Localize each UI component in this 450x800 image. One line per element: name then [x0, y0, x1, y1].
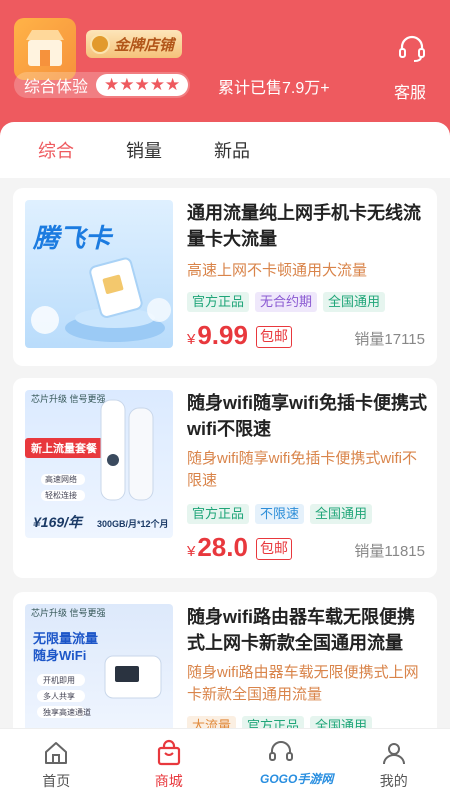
- price-row: ¥ 28.0 包邮: [187, 532, 292, 563]
- product-subtitle: 高速上网不卡顿通用大流量: [187, 262, 368, 279]
- sales-count: 销量11815: [354, 543, 425, 560]
- product-subtitle: 随身wifi路由器车载无限便携式上网卡新款全国通用流量: [187, 664, 419, 703]
- tag: 全国通用: [310, 716, 373, 728]
- sort-tabs: 综合 销量 新品: [0, 122, 450, 178]
- star-rating: ★★★★★: [96, 74, 189, 96]
- product-tags: 官方正品 无合约期 全国通用: [187, 292, 386, 312]
- headset-icon: [399, 35, 425, 62]
- product-tags: 官方正品 不限速 全国通用: [187, 504, 373, 524]
- tag: 全国通用: [310, 504, 373, 524]
- thumb-title: 腾飞卡: [33, 223, 112, 253]
- thumb-feature: 轻松连接: [45, 491, 77, 500]
- watermark: GOGO手游网: [260, 772, 334, 786]
- product-card[interactable]: 腾飞卡 通用流量纯上网手机卡无线流量卡大流量 高速上网不卡顿通用大流量 官方正品…: [13, 188, 437, 366]
- tag: 无合约期: [255, 292, 318, 312]
- product-price: 9.99: [197, 320, 248, 350]
- customer-service-label: 客服: [393, 85, 426, 102]
- medal-icon: [90, 34, 110, 54]
- nav-mall-label: 商城: [154, 773, 183, 789]
- tab-sales[interactable]: 销量: [126, 137, 162, 163]
- tag: 大流量: [187, 716, 237, 728]
- tag: 不限速: [255, 504, 305, 524]
- nav-service[interactable]: [225, 729, 338, 800]
- thumb-price: ¥169/年: [33, 514, 83, 530]
- product-card[interactable]: 芯片升级 信号更强 新上流量套餐 高速网络 轻松连接 ¥169/年 300GB/…: [13, 378, 437, 578]
- customer-service-button[interactable]: 客服: [392, 34, 432, 103]
- free-shipping-badge: 包邮: [255, 538, 292, 560]
- thumb-feature: 开机即用: [43, 676, 75, 685]
- product-title: 通用流量纯上网手机卡无线流量卡大流量: [187, 203, 421, 249]
- gold-shop-badge: 金牌店铺: [86, 30, 183, 58]
- tag: 官方正品: [187, 292, 250, 312]
- free-shipping-badge: 包邮: [255, 326, 292, 348]
- bottom-nav: 首页 商城 我的: [0, 728, 450, 800]
- nav-home-label: 首页: [42, 773, 71, 789]
- thumb-plan: 300GB/月*12个月: [97, 519, 169, 529]
- total-sold: 累计已售7.9万+: [218, 80, 330, 97]
- thumb-feature: 多人共享: [43, 692, 75, 701]
- rating-label: 综合体验: [24, 79, 89, 96]
- product-tags: 大流量 官方正品 全国通用: [187, 716, 373, 728]
- sales-count: 销量17115: [354, 331, 425, 348]
- shop-logo[interactable]: [14, 18, 76, 80]
- thumb-feature: 独享高速通道: [43, 708, 91, 717]
- product-card[interactable]: 芯片升级 信号更强 无限量流量 随身WiFi 开机即用 多人共享 独享高速通道 …: [13, 592, 437, 728]
- product-list: 腾飞卡 通用流量纯上网手机卡无线流量卡大流量 高速上网不卡顿通用大流量 官方正品…: [0, 178, 450, 728]
- tag: 官方正品: [242, 716, 305, 728]
- product-image: 腾飞卡: [25, 200, 173, 348]
- tab-comprehensive[interactable]: 综合: [38, 137, 74, 163]
- user-icon: [382, 743, 405, 765]
- tab-new[interactable]: 新品: [214, 137, 250, 163]
- product-subtitle: 随身wifi随享wifi免插卡便携式wifi不限速: [187, 450, 417, 489]
- home-icon: [45, 742, 68, 764]
- product-price: 28.0: [197, 532, 248, 562]
- price-row: ¥ 9.99 包邮: [187, 320, 292, 351]
- gold-shop-label: 金牌店铺: [114, 36, 175, 54]
- shopping-bag-icon: [157, 739, 180, 766]
- nav-home[interactable]: 首页: [0, 729, 113, 800]
- product-title: 随身wifi路由器车载无限便携式上网卡新款全国通用流量: [187, 607, 415, 653]
- product-title: 随身wifi随享wifi免插卡便携式wifi不限速: [187, 393, 427, 439]
- product-image: 芯片升级 信号更强 无限量流量 随身WiFi 开机即用 多人共享 独享高速通道: [25, 604, 173, 728]
- headset-icon: [269, 741, 294, 761]
- thumb-feature: 高速网络: [45, 475, 77, 484]
- tag: 官方正品: [187, 504, 250, 524]
- currency-symbol: ¥: [187, 331, 196, 348]
- nav-mall[interactable]: 商城: [113, 729, 226, 800]
- nav-profile[interactable]: 我的: [338, 729, 450, 800]
- currency-symbol: ¥: [187, 543, 196, 560]
- tag: 全国通用: [323, 292, 386, 312]
- shop-header: 金牌店铺 综合体验 ★★★★★ 累计已售7.9万+ 客服: [0, 0, 450, 140]
- product-image: 芯片升级 信号更强 新上流量套餐 高速网络 轻松连接 ¥169/年 300GB/…: [25, 390, 173, 538]
- store-icon: [26, 30, 64, 66]
- nav-profile-label: 我的: [379, 773, 408, 789]
- rating-box: 综合体验 ★★★★★: [14, 72, 191, 98]
